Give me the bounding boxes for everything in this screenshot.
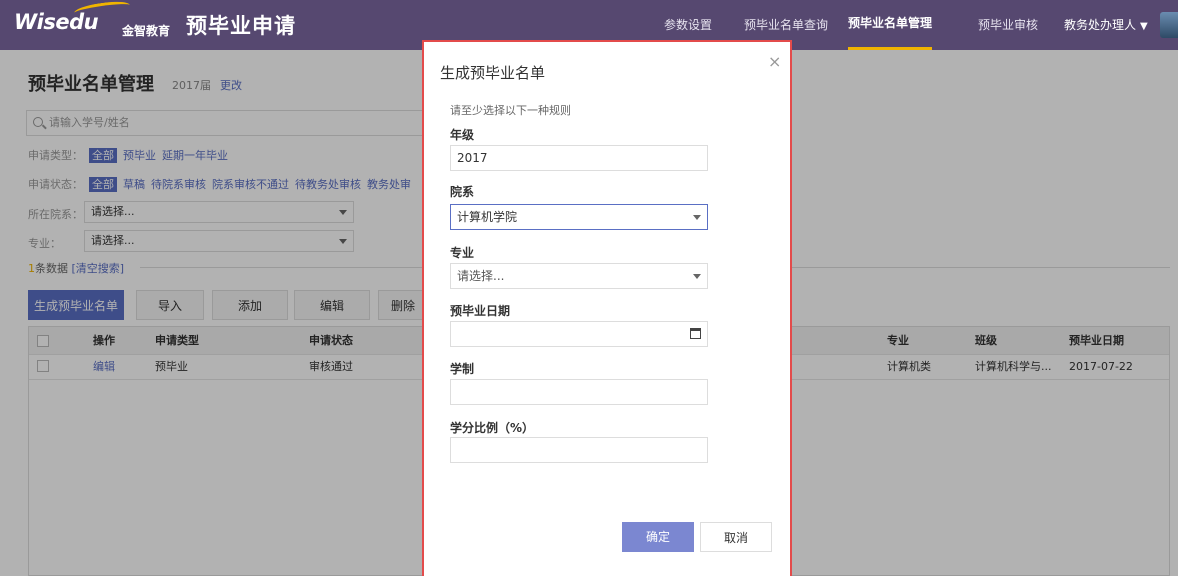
- user-menu[interactable]: 教务处办理人 ▼: [1064, 0, 1148, 52]
- major-label: 专业: [450, 246, 475, 260]
- system-input[interactable]: [450, 379, 708, 405]
- chevron-down-icon: [693, 215, 701, 220]
- nav-list-manage[interactable]: 预毕业名单管理: [848, 0, 933, 50]
- dialog-title: 生成预毕业名单: [440, 64, 546, 82]
- chevron-down-icon: ▼: [1140, 21, 1148, 32]
- avatar[interactable]: [1160, 12, 1178, 38]
- close-icon[interactable]: ×: [768, 52, 781, 71]
- grade-input[interactable]: 2017: [450, 145, 708, 171]
- date-input[interactable]: [450, 321, 708, 347]
- system-label: 学制: [450, 362, 475, 376]
- dialog-hint: 请至少选择以下一种规则: [450, 104, 571, 117]
- generate-list-dialog: 生成预毕业名单 × 请至少选择以下一种规则 年级 2017 院系 计算机学院 专…: [422, 40, 792, 576]
- major-select[interactable]: 请选择...: [450, 263, 708, 289]
- grade-value: 2017: [457, 151, 488, 165]
- dept-select[interactable]: 计算机学院: [450, 204, 708, 230]
- chevron-down-icon: [693, 274, 701, 279]
- calendar-icon[interactable]: [690, 328, 701, 339]
- major-value: 请选择...: [457, 269, 505, 283]
- cancel-button[interactable]: 取消: [700, 522, 772, 552]
- logo: Wisedu: [14, 10, 99, 34]
- dept-label: 院系: [450, 185, 475, 199]
- app-title: 预毕业申请: [186, 14, 296, 38]
- grade-label: 年级: [450, 128, 475, 142]
- credit-label: 学分比例（%）: [450, 421, 535, 435]
- nav-review[interactable]: 预毕业审核: [978, 0, 1038, 50]
- confirm-button[interactable]: 确定: [622, 522, 694, 552]
- date-label: 预毕业日期: [450, 304, 511, 318]
- user-name: 教务处办理人: [1064, 18, 1137, 32]
- dept-value: 计算机学院: [457, 210, 518, 224]
- logo-cn: 金智教育: [122, 24, 171, 38]
- credit-ratio-input[interactable]: [450, 437, 708, 463]
